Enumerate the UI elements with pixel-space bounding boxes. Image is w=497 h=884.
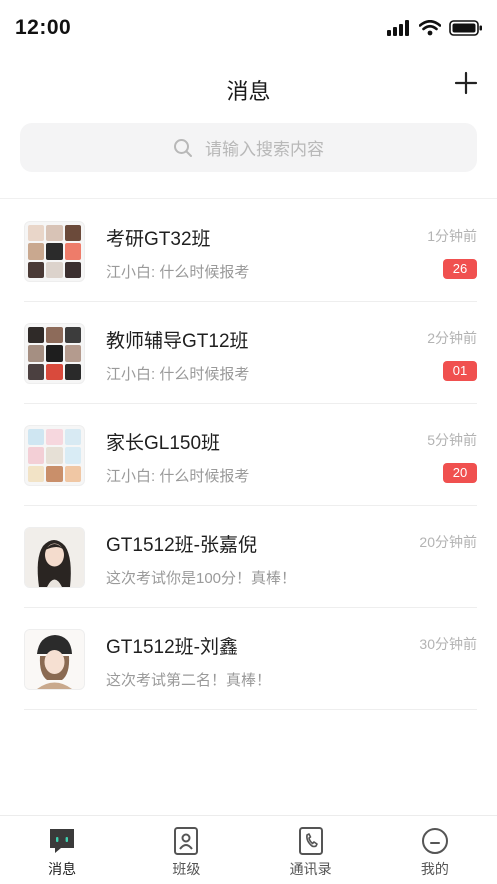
profile-icon bbox=[421, 828, 448, 854]
search-icon bbox=[174, 138, 192, 157]
tab-label: 班级 bbox=[172, 861, 201, 877]
wifi-icon bbox=[419, 20, 441, 36]
chat-icon bbox=[50, 829, 75, 853]
conversation-preview: 江小白: 什么时候报考 bbox=[106, 366, 250, 383]
add-button[interactable] bbox=[453, 70, 479, 96]
conversation-time: 30分钟前 bbox=[419, 636, 477, 652]
group-avatar bbox=[24, 323, 85, 384]
conversation-row[interactable]: GT1512班-张嘉倪 这次考试你是100分！真棒！ 20分钟前 bbox=[0, 506, 497, 608]
tab-label: 通讯录 bbox=[289, 861, 332, 877]
conversation-preview: 江小白: 什么时候报考 bbox=[106, 468, 250, 485]
signal-icon bbox=[387, 20, 409, 36]
tab-label: 消息 bbox=[48, 861, 77, 877]
battery-icon bbox=[449, 20, 482, 36]
user-avatar bbox=[24, 527, 85, 588]
user-avatar bbox=[24, 629, 85, 690]
tab-bar: 消息 班级 通讯录 我的 bbox=[0, 815, 497, 884]
search-input[interactable]: 请输入搜索内容 bbox=[20, 123, 477, 172]
tab-label: 我的 bbox=[420, 861, 449, 877]
conversation-time: 1分钟前 bbox=[427, 228, 477, 244]
class-icon bbox=[174, 827, 199, 855]
conversation-row[interactable]: 考研GT32班 江小白: 什么时候报考 1分钟前 26 bbox=[0, 200, 497, 302]
status-time: 12:00 bbox=[15, 16, 72, 39]
unread-badge: 01 bbox=[443, 361, 477, 381]
nav-bar: 消息 bbox=[0, 58, 497, 118]
conversation-preview: 江小白: 什么时候报考 bbox=[106, 264, 250, 281]
page-title: 消息 bbox=[226, 79, 271, 104]
tab-profile[interactable]: 我的 bbox=[373, 816, 497, 884]
row-divider bbox=[24, 709, 477, 710]
conversation-list: 考研GT32班 江小白: 什么时候报考 1分钟前 26 教师辅导GT12班 江小… bbox=[0, 200, 497, 710]
phone-book-icon bbox=[298, 827, 323, 855]
conversation-time: 5分钟前 bbox=[427, 432, 477, 448]
divider bbox=[0, 198, 497, 199]
conversation-name: 家长GL150班 bbox=[106, 433, 221, 454]
status-icons bbox=[387, 20, 483, 36]
conversation-time: 20分钟前 bbox=[419, 534, 477, 550]
conversation-row[interactable]: 教师辅导GT12班 江小白: 什么时候报考 2分钟前 01 bbox=[0, 302, 497, 404]
conversation-preview: 这次考试第二名！真棒！ bbox=[106, 672, 272, 689]
tab-messages[interactable]: 消息 bbox=[0, 816, 124, 884]
group-avatar bbox=[24, 425, 85, 486]
conversation-row[interactable]: GT1512班-刘鑫 这次考试第二名！真棒！ 30分钟前 bbox=[0, 608, 497, 710]
conversation-name: 考研GT32班 bbox=[106, 229, 211, 250]
tab-class[interactable]: 班级 bbox=[124, 816, 248, 884]
status-bar: 12:00 bbox=[0, 0, 497, 58]
unread-badge: 20 bbox=[443, 463, 477, 483]
unread-badge: 26 bbox=[443, 259, 477, 279]
conversation-name: GT1512班-刘鑫 bbox=[106, 637, 238, 658]
conversation-name: GT1512班-张嘉倪 bbox=[106, 535, 257, 556]
conversation-preview: 这次考试你是100分！真棒！ bbox=[106, 570, 297, 587]
search-placeholder: 请输入搜索内容 bbox=[205, 140, 324, 159]
tab-contacts[interactable]: 通讯录 bbox=[249, 816, 373, 884]
conversation-row[interactable]: 家长GL150班 江小白: 什么时候报考 5分钟前 20 bbox=[0, 404, 497, 506]
conversation-name: 教师辅导GT12班 bbox=[106, 331, 249, 352]
conversation-time: 2分钟前 bbox=[427, 330, 477, 346]
group-avatar bbox=[24, 221, 85, 282]
